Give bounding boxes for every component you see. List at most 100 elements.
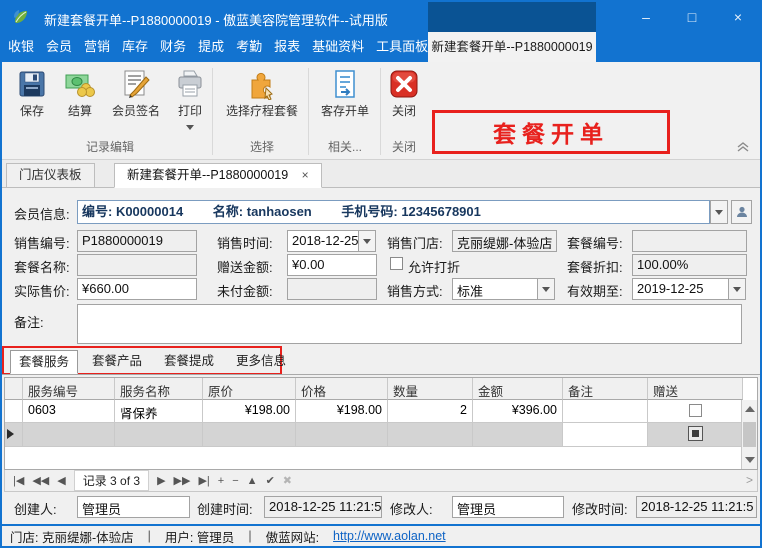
menu-item-attendance[interactable]: 考勤 xyxy=(230,32,268,62)
aolan-website-link[interactable]: http://www.aolan.net xyxy=(333,529,446,543)
nav-last-button[interactable]: ▶| xyxy=(194,474,213,487)
cell-price[interactable] xyxy=(296,423,388,447)
customer-deposit-label: 客存开单 xyxy=(321,104,369,118)
tab-close-icon[interactable]: × xyxy=(302,164,309,187)
nav-next-button[interactable]: ▶ xyxy=(153,474,169,487)
menu-item-inventory[interactable]: 库存 xyxy=(116,32,154,62)
tab-package-services[interactable]: 套餐服务 xyxy=(10,350,78,374)
valid-until-dropdown[interactable] xyxy=(728,278,746,300)
nav-scroll-right-icon[interactable]: > xyxy=(746,473,753,487)
menu-item-finance[interactable]: 财务 xyxy=(154,32,192,62)
cell-price[interactable]: ¥198.00 xyxy=(296,400,388,423)
menu-item-marketing[interactable]: 营销 xyxy=(78,32,116,62)
tab-more-info[interactable]: 更多信息 xyxy=(228,350,294,374)
close-form-button[interactable]: 关闭 xyxy=(386,68,422,119)
tab-store-dashboard[interactable]: 门店仪表板 xyxy=(6,163,95,188)
member-signature-button[interactable]: 会员签名 xyxy=(106,68,166,119)
cell-remark[interactable] xyxy=(563,400,648,423)
nav-cancel-button[interactable]: ✖ xyxy=(279,474,296,487)
gift-checkbox-indeterminate[interactable] xyxy=(688,426,703,441)
member-info-field[interactable]: 编号: K00000014 名称: tanhaosen 手机号码: 123456… xyxy=(77,200,710,224)
cell-original-price[interactable]: ¥198.00 xyxy=(203,400,296,423)
menu-active-document-tab[interactable]: 新建套餐开单--P1880000019 xyxy=(428,32,596,62)
cell-amount[interactable] xyxy=(473,423,563,447)
close-form-label: 关闭 xyxy=(392,104,416,118)
cell-original-price[interactable] xyxy=(203,423,296,447)
sale-time-field[interactable]: 2018-12-25 11:2 xyxy=(287,230,359,252)
ribbon-group-select: 选择 xyxy=(220,138,304,155)
menu-item-tool-panel[interactable]: 工具面板 xyxy=(370,32,434,62)
document-tab-strip: 门店仪表板 新建套餐开单--P1880000019 × xyxy=(2,160,760,188)
menu-item-member[interactable]: 会员 xyxy=(40,32,78,62)
settle-button[interactable]: 结算 xyxy=(58,68,102,119)
cell-qty[interactable] xyxy=(388,423,473,447)
allow-discount-checkbox[interactable] xyxy=(390,257,403,270)
close-window-button[interactable]: × xyxy=(716,2,760,32)
allow-discount-label: 允许打折 xyxy=(408,257,460,276)
nav-delete-button[interactable]: − xyxy=(228,475,242,487)
cell-qty[interactable]: 2 xyxy=(388,400,473,423)
table-row-selected[interactable] xyxy=(5,423,757,447)
select-treatment-package-button[interactable]: 选择疗程套餐 xyxy=(220,68,304,119)
sale-method-dropdown[interactable] xyxy=(537,278,555,300)
col-service-no[interactable]: 服务编号 xyxy=(23,378,115,400)
cell-service-no[interactable] xyxy=(23,423,115,447)
grid-vertical-scrollbar[interactable] xyxy=(741,400,757,469)
col-service-name[interactable]: 服务名称 xyxy=(115,378,203,400)
nav-edit-button[interactable]: ▲ xyxy=(243,475,262,487)
remark-textarea[interactable] xyxy=(77,304,742,344)
col-original-price[interactable]: 原价 xyxy=(203,378,296,400)
save-button[interactable]: 保存 xyxy=(10,68,54,119)
actual-price-field[interactable]: ¥660.00 xyxy=(77,278,197,300)
print-dropdown-icon[interactable] xyxy=(186,125,194,130)
grid-indicator-header xyxy=(5,378,23,400)
cell-gift[interactable] xyxy=(648,400,743,423)
main-menu-bar: 收银 会员 营销 库存 财务 提成 考勤 报表 基础资料 工具面板 新建套餐开单… xyxy=(2,32,760,62)
settle-button-label: 结算 xyxy=(68,104,92,118)
gift-checkbox[interactable] xyxy=(689,404,702,417)
tab-package-products[interactable]: 套餐产品 xyxy=(84,350,150,374)
nav-post-button[interactable]: ✔ xyxy=(262,474,279,487)
col-gift[interactable]: 赠送 xyxy=(648,378,743,400)
valid-until-field[interactable]: 2019-12-25 xyxy=(632,278,729,300)
menu-item-basic-data[interactable]: 基础资料 xyxy=(306,32,370,62)
member-dropdown-button[interactable] xyxy=(710,200,728,224)
status-bar: 门店: 克丽缇娜-体验店 | 用户: 管理员 | 傲蓝网站: http://ww… xyxy=(2,524,760,546)
member-picker-button[interactable] xyxy=(731,200,752,224)
table-row[interactable]: 0603 肾保养 ¥198.00 ¥198.00 2 ¥396.00 xyxy=(5,400,757,423)
cell-amount[interactable]: ¥396.00 xyxy=(473,400,563,423)
scrollbar-thumb[interactable] xyxy=(743,422,756,447)
menu-item-commission[interactable]: 提成 xyxy=(192,32,230,62)
tab-new-package-order[interactable]: 新建套餐开单--P1880000019 × xyxy=(114,163,322,188)
col-remark[interactable]: 备注 xyxy=(563,378,648,400)
sale-method-field[interactable]: 标准 xyxy=(452,278,538,300)
nav-prev-page-button[interactable]: ◀◀ xyxy=(28,474,53,487)
customer-deposit-order-button[interactable]: 客存开单 xyxy=(314,68,376,119)
menu-item-report[interactable]: 报表 xyxy=(268,32,306,62)
scroll-down-icon[interactable] xyxy=(745,457,755,463)
col-amount[interactable]: 金额 xyxy=(473,378,563,400)
nav-insert-button[interactable]: + xyxy=(214,475,228,487)
tab-package-commission[interactable]: 套餐提成 xyxy=(156,350,222,374)
scroll-up-icon[interactable] xyxy=(745,406,755,412)
creator-label: 创建人: xyxy=(14,499,57,518)
nav-first-button[interactable]: |◀ xyxy=(9,474,28,487)
menu-item-cashier[interactable]: 收银 xyxy=(2,32,40,62)
col-qty[interactable]: 数量 xyxy=(388,378,473,400)
cell-service-name[interactable] xyxy=(115,423,203,447)
nav-prev-button[interactable]: ◀ xyxy=(53,474,69,487)
sale-time-dropdown[interactable] xyxy=(358,230,376,252)
gift-amount-field[interactable]: ¥0.00 xyxy=(287,254,377,276)
cell-remark-editing[interactable] xyxy=(563,423,648,447)
cell-gift[interactable] xyxy=(648,423,743,447)
nav-next-page-button[interactable]: ▶▶ xyxy=(170,474,195,487)
cell-service-no[interactable]: 0603 xyxy=(23,400,115,423)
print-button[interactable]: 打印 xyxy=(170,68,210,133)
maximize-button[interactable]: □ xyxy=(670,2,714,32)
col-price[interactable]: 价格 xyxy=(296,378,388,400)
modifier-label: 修改人: xyxy=(390,499,433,518)
remark-label: 备注: xyxy=(14,312,44,331)
collapse-ribbon-icon[interactable] xyxy=(736,141,750,153)
minimize-button[interactable]: – xyxy=(624,2,668,32)
cell-service-name[interactable]: 肾保养 xyxy=(115,400,203,423)
